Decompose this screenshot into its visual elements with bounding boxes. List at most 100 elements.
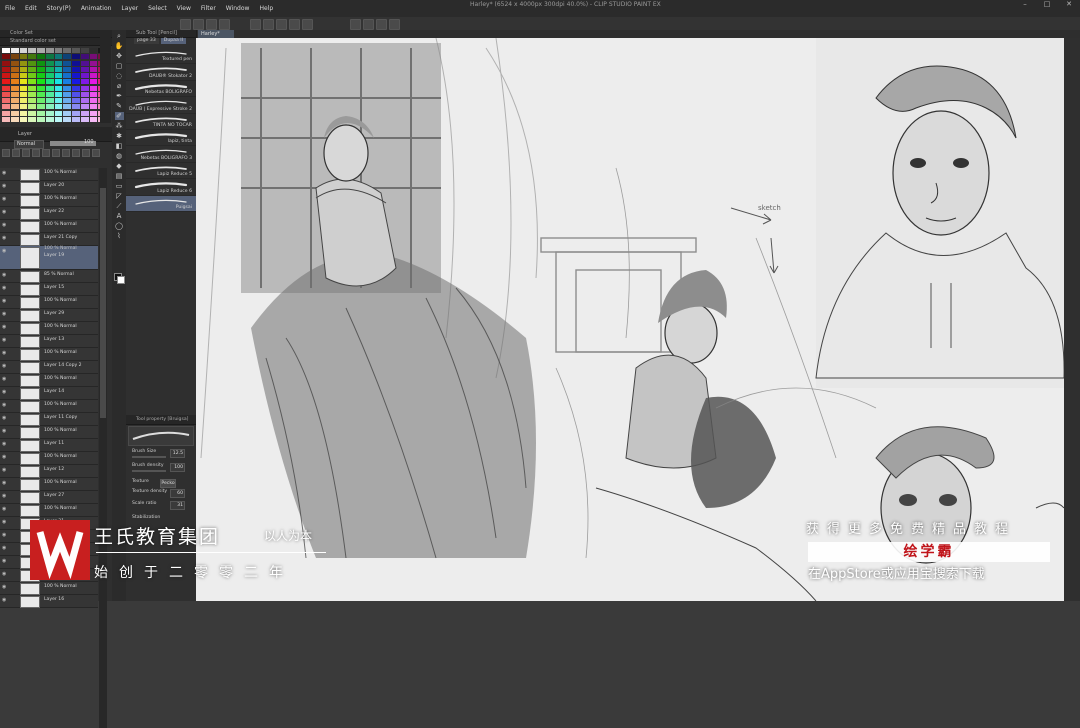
color-swatch[interactable] [28,110,36,116]
color-swatch[interactable] [19,104,28,110]
color-set-tab[interactable]: Color Set [0,30,112,38]
menu-animation[interactable]: Animation [76,0,117,17]
layer-row[interactable]: ◉ 100 % Normal [0,322,98,335]
menu-file[interactable]: File [0,0,20,17]
layer-row[interactable]: ◉ Layer 20 [0,181,98,194]
color-swatch[interactable] [10,110,19,116]
fill-icon[interactable] [302,19,313,30]
airbrush-icon[interactable]: ⁂ [115,122,124,130]
color-swatch[interactable] [63,91,71,97]
color-swatch[interactable] [54,85,63,91]
color-swatch[interactable] [54,54,63,60]
brush-item[interactable]: TINTA NO TOCAR [126,114,196,130]
gradient-icon[interactable]: ▤ [115,172,124,180]
color-swatch[interactable] [45,60,54,66]
color-swatch[interactable] [10,73,19,78]
eye-icon[interactable]: ◉ [2,546,8,551]
brush-density-slider[interactable] [132,470,166,472]
color-swatch[interactable] [63,66,71,72]
move-icon[interactable]: ✥ [115,52,124,60]
layer-row[interactable]: ◉ Layer 21 Copy [0,233,98,246]
color-swatch[interactable] [19,54,28,60]
eye-icon[interactable]: ◉ [2,325,8,330]
color-swatch[interactable] [45,116,54,122]
color-swatch[interactable] [54,116,63,122]
clip-icon[interactable] [62,149,70,157]
layer-row[interactable]: ◉ 100 % Normal [0,296,98,309]
layer-row[interactable]: ◉ 100 % Normal [0,582,98,595]
color-swatch[interactable] [2,116,10,122]
color-swatch[interactable] [2,60,10,66]
save-icon[interactable] [206,19,217,30]
clear-icon[interactable] [289,19,300,30]
eye-icon[interactable]: ◉ [2,520,8,525]
color-swatch[interactable] [10,116,19,122]
layer-tab[interactable]: Layer [18,131,32,137]
color-swatch[interactable] [10,54,19,60]
color-swatch[interactable] [72,91,80,97]
lock-icon[interactable] [82,149,90,157]
eye-icon[interactable]: ◉ [2,559,8,564]
color-swatch[interactable] [80,98,89,103]
eye-icon[interactable]: ◉ [2,429,8,434]
color-swatch[interactable] [10,91,19,97]
new-file-icon[interactable] [180,19,191,30]
color-swatch[interactable] [54,66,63,72]
color-swatch[interactable] [45,104,54,110]
color-swatch[interactable] [2,98,10,103]
layer-row[interactable]: ◉ 100 % Normal [0,478,98,491]
color-swatch[interactable] [45,85,54,91]
color-swatch[interactable] [89,98,98,103]
eye-icon[interactable]: ◉ [2,481,8,486]
color-swatch[interactable] [54,48,63,53]
color-swatch[interactable] [28,48,36,53]
color-swatch[interactable] [37,104,45,110]
color-swatch[interactable] [37,116,45,122]
color-swatch[interactable] [89,110,98,116]
brush-item[interactable]: DAUB® Stokator 2 [126,64,196,81]
layer-row[interactable]: ◉ 100 % Normal [0,452,98,465]
color-swatch[interactable] [89,91,98,97]
decoration-icon[interactable]: ✱ [115,132,124,140]
layer-row[interactable]: ◉ 100 % Normal Layer 19 [0,246,98,270]
eye-icon[interactable]: ◉ [2,416,8,421]
layer-row[interactable]: ◉ Layer 13 [0,335,98,348]
menu-select[interactable]: Select [143,0,172,17]
new-folder-icon[interactable] [22,149,30,157]
color-swatch[interactable] [54,98,63,103]
layer-row[interactable]: ◉ 100 % Normal [0,504,98,517]
eye-icon[interactable]: ◉ [2,507,8,512]
eye-icon[interactable]: ◉ [2,585,8,590]
color-swatch[interactable] [19,110,28,116]
color-swatch[interactable] [37,79,45,85]
color-swatch[interactable] [80,54,89,60]
menu-view[interactable]: View [172,0,196,17]
color-swatch[interactable] [63,85,71,91]
brush-item[interactable]: Lapiz Reduce 6 [126,179,196,196]
brush-icon[interactable]: ✐ [114,112,124,120]
eye-icon[interactable]: ◉ [2,377,8,382]
eye-icon[interactable]: ◉ [2,351,8,356]
color-swatch[interactable] [63,73,71,78]
color-swatch[interactable] [63,116,71,122]
color-swatch[interactable] [2,79,10,85]
color-swatch[interactable] [19,91,28,97]
color-swatch[interactable] [45,79,54,85]
pen-icon[interactable]: ✒ [115,92,124,100]
layer-row[interactable]: ◉ Layer 15 [0,283,98,296]
layer-row[interactable]: ◉ Layer 29 [0,309,98,322]
color-swatch[interactable] [72,66,80,72]
color-swatch[interactable] [72,48,80,53]
color-swatch[interactable] [45,110,54,116]
layer-row[interactable]: ◉ 100 % Normal [0,194,98,207]
hand-icon[interactable]: ✋ [115,42,124,50]
color-swatch[interactable] [10,66,19,72]
eye-icon[interactable]: ◉ [2,364,8,369]
minimize-icon[interactable]: – [1014,0,1036,9]
layer-row[interactable]: ◉ Layer 27 [0,491,98,504]
color-swatch[interactable] [2,91,10,97]
close-icon[interactable]: ✕ [1058,0,1080,9]
ruler-icon[interactable]: ⟋ [115,202,124,210]
color-swatch[interactable] [10,104,19,110]
ref-icon[interactable] [72,149,80,157]
